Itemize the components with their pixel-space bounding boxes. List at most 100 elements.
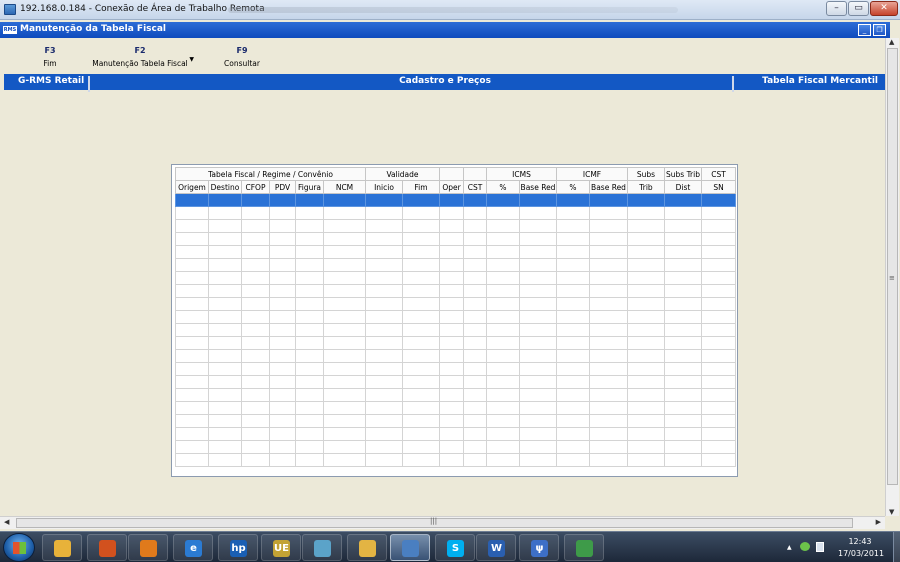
table-cell[interactable] xyxy=(627,206,665,220)
table-cell[interactable] xyxy=(323,427,366,441)
table-cell[interactable] xyxy=(365,310,403,324)
selected-table-row[interactable] xyxy=(175,193,736,207)
table-cell[interactable] xyxy=(241,401,270,415)
table-row[interactable] xyxy=(175,245,736,259)
table-cell[interactable] xyxy=(664,349,702,363)
table-cell[interactable] xyxy=(486,271,520,285)
table-cell[interactable] xyxy=(365,258,403,272)
table-cell[interactable] xyxy=(556,206,590,220)
start-button[interactable] xyxy=(3,533,35,562)
table-cell[interactable] xyxy=(208,453,242,467)
column-header[interactable]: Base Red xyxy=(589,180,628,194)
table-cell[interactable] xyxy=(365,427,403,441)
table-cell[interactable] xyxy=(463,453,487,467)
table-cell[interactable] xyxy=(439,388,464,402)
table-cell[interactable] xyxy=(664,297,702,311)
table-cell[interactable] xyxy=(365,323,403,337)
table-cell[interactable] xyxy=(627,453,665,467)
table-cell[interactable] xyxy=(208,349,242,363)
table-cell[interactable] xyxy=(365,453,403,467)
table-cell[interactable] xyxy=(463,206,487,220)
table-cell[interactable] xyxy=(627,388,665,402)
table-cell[interactable] xyxy=(701,245,736,259)
table-cell[interactable] xyxy=(323,362,366,376)
table-cell[interactable] xyxy=(402,193,440,207)
table-cell[interactable] xyxy=(241,245,270,259)
column-header[interactable]: Origem xyxy=(175,180,209,194)
table-cell[interactable] xyxy=(627,193,665,207)
table-cell[interactable] xyxy=(241,375,270,389)
table-cell[interactable] xyxy=(701,362,736,376)
table-cell[interactable] xyxy=(664,362,702,376)
table-cell[interactable] xyxy=(664,323,702,337)
table-row[interactable] xyxy=(175,388,736,402)
taskbar-button-ue[interactable]: UE xyxy=(261,534,301,561)
table-cell[interactable] xyxy=(241,388,270,402)
table-row[interactable] xyxy=(175,258,736,272)
table-cell[interactable] xyxy=(323,232,366,246)
table-cell[interactable] xyxy=(486,323,520,337)
table-cell[interactable] xyxy=(365,297,403,311)
table-cell[interactable] xyxy=(627,349,665,363)
table-cell[interactable] xyxy=(627,440,665,454)
table-cell[interactable] xyxy=(556,323,590,337)
table-cell[interactable] xyxy=(664,427,702,441)
table-cell[interactable] xyxy=(701,401,736,415)
table-cell[interactable] xyxy=(589,388,628,402)
table-row[interactable] xyxy=(175,323,736,337)
table-cell[interactable] xyxy=(365,206,403,220)
table-cell[interactable] xyxy=(402,219,440,233)
table-cell[interactable] xyxy=(175,362,209,376)
table-cell[interactable] xyxy=(402,323,440,337)
table-cell[interactable] xyxy=(402,258,440,272)
table-cell[interactable] xyxy=(589,440,628,454)
table-cell[interactable] xyxy=(664,219,702,233)
table-cell[interactable] xyxy=(519,245,557,259)
table-cell[interactable] xyxy=(241,323,270,337)
table-cell[interactable] xyxy=(664,206,702,220)
column-header[interactable]: Destino xyxy=(208,180,242,194)
taskbar-button-media-player[interactable] xyxy=(128,534,168,561)
table-cell[interactable] xyxy=(701,193,736,207)
table-cell[interactable] xyxy=(439,414,464,428)
app-minimize-button[interactable]: _ xyxy=(858,24,871,36)
table-cell[interactable] xyxy=(269,232,296,246)
table-cell[interactable] xyxy=(486,375,520,389)
network-status-icon[interactable] xyxy=(800,542,810,551)
table-cell[interactable] xyxy=(589,453,628,467)
table-cell[interactable] xyxy=(439,323,464,337)
table-cell[interactable] xyxy=(486,245,520,259)
table-cell[interactable] xyxy=(402,284,440,298)
table-cell[interactable] xyxy=(664,193,702,207)
table-cell[interactable] xyxy=(589,427,628,441)
table-row[interactable] xyxy=(175,427,736,441)
table-cell[interactable] xyxy=(241,362,270,376)
table-cell[interactable] xyxy=(208,323,242,337)
table-cell[interactable] xyxy=(439,206,464,220)
table-cell[interactable] xyxy=(519,388,557,402)
table-cell[interactable] xyxy=(402,427,440,441)
table-cell[interactable] xyxy=(365,245,403,259)
table-cell[interactable] xyxy=(241,427,270,441)
table-cell[interactable] xyxy=(589,245,628,259)
table-cell[interactable] xyxy=(701,375,736,389)
table-cell[interactable] xyxy=(439,232,464,246)
table-cell[interactable] xyxy=(269,310,296,324)
table-cell[interactable] xyxy=(463,349,487,363)
table-cell[interactable] xyxy=(589,206,628,220)
remote-maximize-button[interactable]: ▭ xyxy=(848,1,869,16)
table-cell[interactable] xyxy=(519,401,557,415)
table-cell[interactable] xyxy=(627,245,665,259)
table-cell[interactable] xyxy=(439,258,464,272)
column-header[interactable]: Base Red xyxy=(519,180,557,194)
table-cell[interactable] xyxy=(323,440,366,454)
table-cell[interactable] xyxy=(295,258,324,272)
table-cell[interactable] xyxy=(323,375,366,389)
table-cell[interactable] xyxy=(402,297,440,311)
table-cell[interactable] xyxy=(439,219,464,233)
table-cell[interactable] xyxy=(208,401,242,415)
table-cell[interactable] xyxy=(519,258,557,272)
table-cell[interactable] xyxy=(269,440,296,454)
table-cell[interactable] xyxy=(241,310,270,324)
table-cell[interactable] xyxy=(439,349,464,363)
